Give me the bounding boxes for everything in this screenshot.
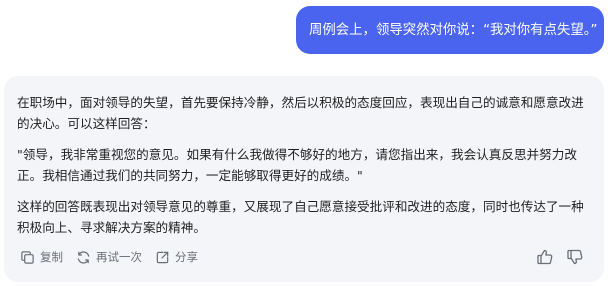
copy-button[interactable]: 复制 [20, 248, 63, 266]
reply-paragraph: 在职场中，面对领导的失望，首先要保持冷静，然后以积极的态度回应，表现出自己的诚意… [17, 95, 584, 131]
user-message-text: 周例会上，领导突然对你说：“我对你有点失望。” [309, 23, 598, 38]
thumbs-up-icon [537, 249, 553, 265]
retry-label: 再试一次 [96, 250, 142, 264]
share-icon [156, 251, 169, 263]
share-label: 分享 [175, 250, 198, 264]
retry-button[interactable]: 再试一次 [76, 248, 142, 266]
like-button[interactable] [536, 248, 554, 266]
reply-paragraph: 这样的回答既表现出对领导意见的尊重，又展现了自己愿意接受批评和改进的态度，同时也… [17, 199, 584, 235]
assistant-reply-card: 在职场中，面对领导的失望，首先要保持冷静，然后以积极的态度回应，表现出自己的诚意… [4, 76, 604, 282]
copy-label: 复制 [40, 250, 63, 264]
dislike-button[interactable] [566, 248, 584, 266]
feedback-group [524, 248, 584, 266]
user-message-bubble: 周例会上，领导突然对你说：“我对你有点失望。” [296, 6, 604, 54]
thumbs-down-icon [567, 249, 583, 265]
reply-paragraph: "领导，我非常重视您的意见。如果有什么我做得不够好的地方，请您指出来，我会认真反… [17, 147, 577, 183]
refresh-icon [77, 250, 90, 264]
reply-action-bar: 复制 再试一次 分享 [20, 248, 584, 266]
copy-icon [21, 250, 34, 264]
share-button[interactable]: 分享 [155, 248, 198, 266]
chat-page: 周例会上，领导突然对你说：“我对你有点失望。” 在职场中，面对领导的失望，首先要… [0, 0, 608, 287]
